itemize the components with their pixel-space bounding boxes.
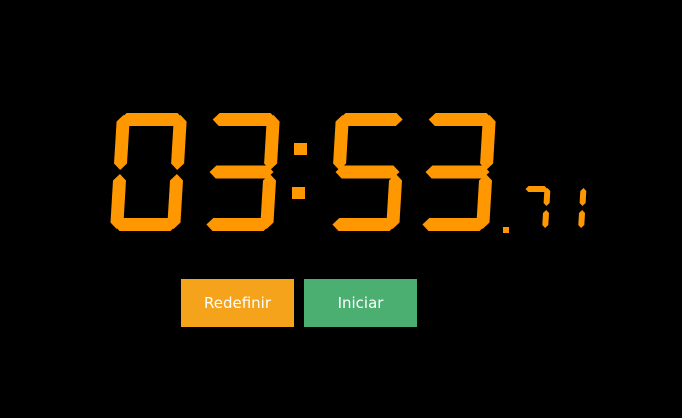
minutes-ones-digit	[206, 113, 280, 231]
seconds-tens-digit-segment-f	[333, 115, 349, 170]
seconds-tens-digit	[332, 113, 403, 231]
colon-dot-top	[294, 143, 307, 155]
hundredths-tens-digit-segment-c	[542, 210, 549, 228]
hundredths-tens-digit	[525, 186, 551, 228]
stopwatch-display	[110, 113, 587, 233]
seconds-ones-digit-segment-d	[422, 218, 487, 231]
seconds-tens-digit-segment-d	[332, 218, 397, 231]
start-button[interactable]: Iniciar	[304, 279, 417, 327]
decimal-point	[503, 227, 509, 233]
reset-button[interactable]: Redefinir	[181, 279, 294, 327]
minutes-ones-digit-segment-g	[209, 165, 274, 179]
hundredths-ones-digit-segment-c	[578, 210, 585, 228]
hundredths-tens-digit-segment-a	[525, 186, 548, 192]
hundredths-ones-digit-segment-b	[579, 188, 587, 206]
minutes-ones-digit-segment-d	[206, 218, 271, 231]
minutes-tens-digit-segment-f	[114, 115, 130, 170]
minutes-tens-digit	[110, 113, 187, 231]
seconds-ones-digit	[422, 113, 496, 231]
colon-dot-bottom	[292, 187, 305, 199]
seconds-tens-digit-segment-g	[335, 165, 400, 179]
seconds-ones-digit-segment-g	[425, 165, 490, 179]
hundredths-ones-digit	[578, 188, 587, 228]
